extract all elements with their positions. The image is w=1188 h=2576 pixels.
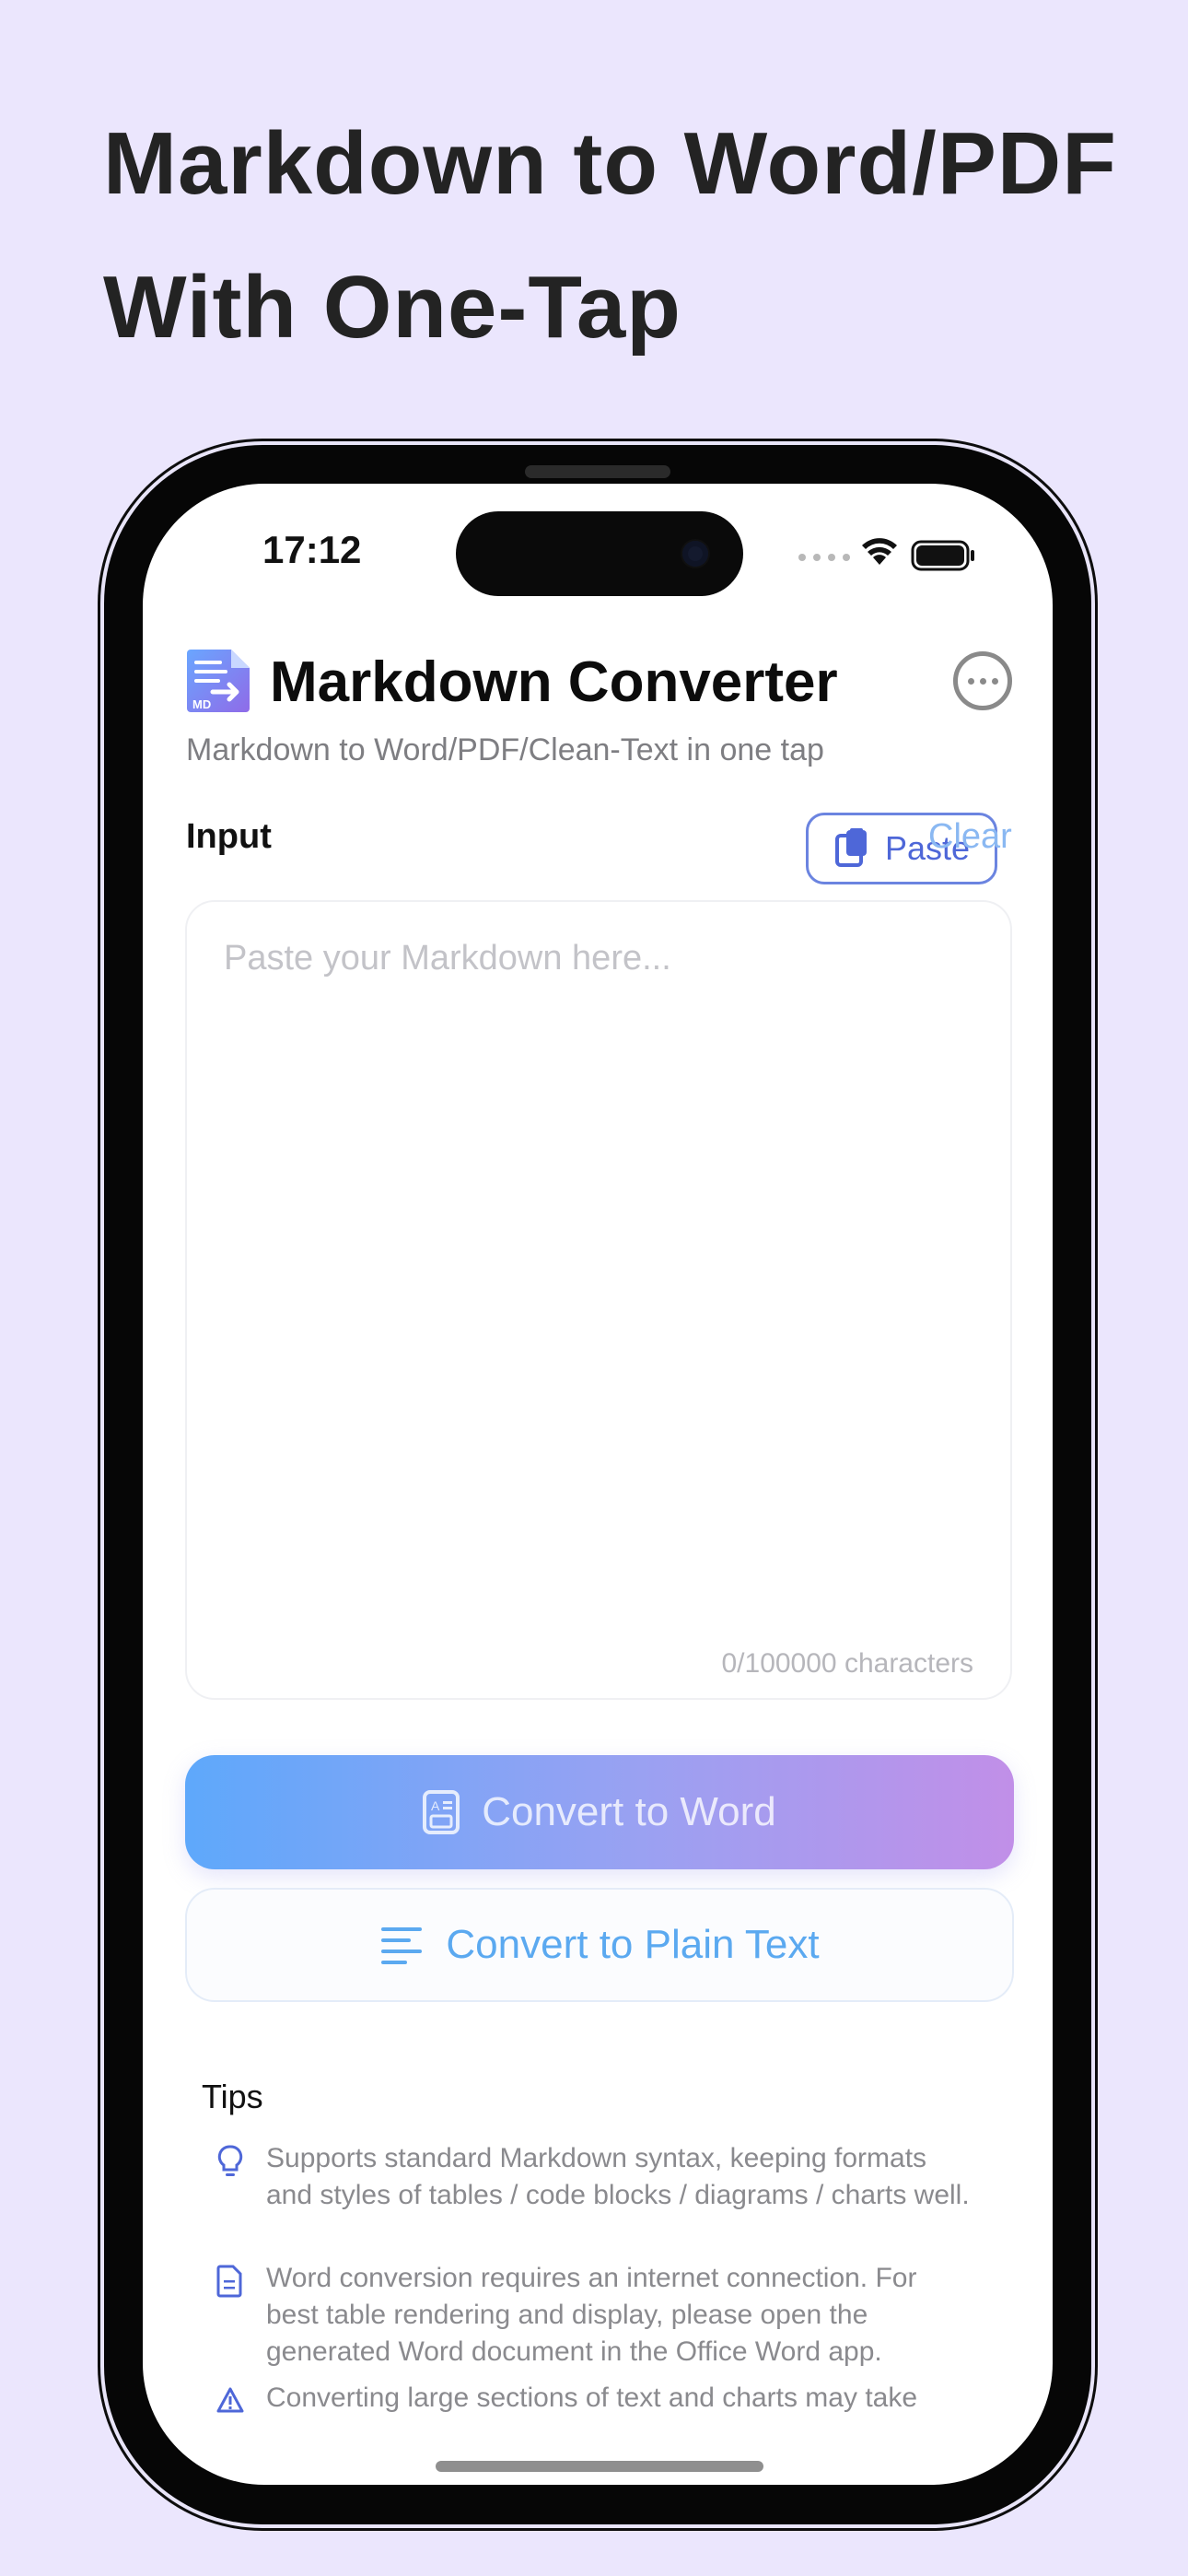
input-placeholder: Paste your Markdown here... — [224, 939, 671, 978]
markdown-input-field[interactable]: Paste your Markdown here... 0/100000 cha… — [185, 900, 1012, 1700]
dynamic-island — [456, 511, 743, 596]
tip-item: Word conversion requires an internet con… — [216, 2260, 972, 2371]
speaker-slit — [525, 465, 670, 478]
convert-to-plain-text-button[interactable]: Convert to Plain Text — [185, 1888, 1014, 2002]
status-icons — [798, 535, 992, 572]
promo-headline: Markdown to Word/PDF With One-Tap — [103, 92, 1171, 380]
word-document-icon: A — [423, 1790, 460, 1834]
status-time: 17:12 — [262, 528, 362, 571]
tip-text: Supports standard Markdown syntax, keepi… — [266, 2143, 970, 2210]
document-icon — [216, 2265, 242, 2298]
svg-text:A: A — [431, 1798, 440, 1813]
wifi-icon — [862, 538, 897, 565]
phone-screen: 17:12 MD Markdown Converter Markdown to … — [143, 484, 1053, 2485]
app-title: Markdown Converter — [270, 650, 838, 714]
convert-to-word-label: Convert to Word — [482, 1789, 776, 1834]
lightbulb-icon — [217, 2145, 243, 2176]
markdown-doc-icon: MD — [187, 650, 250, 712]
convert-to-word-button[interactable]: A Convert to Word — [185, 1755, 1014, 1869]
tip-item: Supports standard Markdown syntax, keepi… — [216, 2140, 972, 2214]
camera-icon — [682, 541, 708, 567]
tip-item: Converting large sections of text and ch… — [216, 2380, 972, 2420]
warning-icon — [216, 2387, 244, 2413]
convert-to-plain-text-label: Convert to Plain Text — [446, 1922, 820, 1967]
more-options-button[interactable] — [953, 651, 1012, 710]
tip-text: Converting large sections of text and ch… — [266, 2383, 918, 2413]
headline-line-2: With One-Tap — [103, 258, 681, 357]
tips-title: Tips — [202, 2078, 263, 2115]
character-counter: 0/100000 characters — [721, 1648, 973, 1679]
input-label: Input — [186, 817, 272, 856]
home-indicator[interactable] — [436, 2461, 763, 2472]
headline-line-1: Markdown to Word/PDF — [103, 114, 1117, 213]
text-lines-icon — [381, 1927, 423, 1964]
svg-text:MD: MD — [192, 697, 211, 711]
app-subtitle: Markdown to Word/PDF/Clean-Text in one t… — [186, 732, 824, 767]
battery-icon — [911, 540, 974, 571]
clear-button[interactable]: Clear — [928, 817, 1012, 857]
cellular-signal-icon — [798, 554, 850, 561]
tip-text: Word conversion requires an internet con… — [266, 2263, 917, 2367]
clipboard-icon — [834, 828, 867, 867]
phone-frame: 17:12 MD Markdown Converter Markdown to … — [104, 445, 1091, 2524]
